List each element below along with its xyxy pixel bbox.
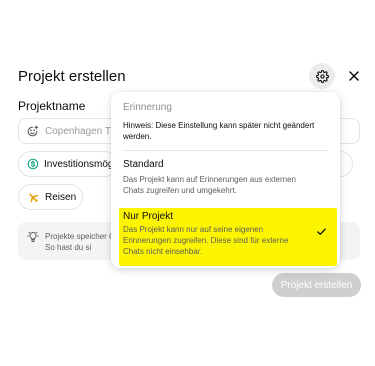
create-project-button[interactable]: Projekt erstellen [272, 273, 361, 297]
dollar-circle-icon [27, 158, 39, 170]
gear-icon [315, 69, 329, 83]
checkmark-icon [317, 228, 326, 235]
option-description: Das Projekt kann nur auf seine eigenen E… [123, 225, 289, 256]
memory-settings-menu: Erinnerung Hinweis: Diese Einstellung ka… [111, 92, 340, 268]
dialog-title: Projekt erstellen [18, 68, 126, 85]
option-title: Standard [123, 159, 164, 170]
memory-option-standard[interactable]: Standard Das Projekt kann auf Erinnerung… [111, 152, 340, 202]
menu-header: Erinnerung [123, 102, 172, 113]
option-description: Das Projekt kann auf Erinnerungen aus ex… [123, 175, 296, 195]
menu-note: Hinweis: Diese Einstellung kann später n… [123, 121, 315, 141]
chip-investitionsmoeglichkeiten[interactable]: Investitionsmög [18, 151, 118, 177]
sparkle-icon [27, 125, 39, 136]
close-button[interactable] [344, 66, 364, 86]
chip-label: Reisen [45, 191, 77, 203]
project-name-label: Projektname [18, 99, 86, 113]
airplane-icon [27, 191, 40, 204]
option-title: Nur Projekt [123, 211, 174, 222]
lightbulb-icon [27, 231, 39, 242]
menu-divider [123, 150, 328, 151]
chip-label: Investitionsmög [44, 158, 114, 170]
memory-option-nur-projekt[interactable]: Nur Projekt Das Projekt kann nur auf sei… [111, 204, 340, 268]
close-icon [349, 71, 359, 81]
chip-reisen[interactable]: Reisen [18, 184, 83, 210]
settings-button[interactable] [309, 63, 335, 89]
